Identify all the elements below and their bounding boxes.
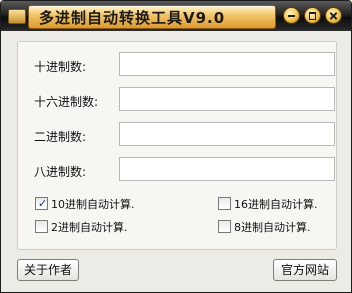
input-panel: 十进制数: 十六进制数: 二进制数: 八进制数: ✓ 10进制自动计算. 16进… [17,41,337,250]
octal-input[interactable] [119,157,335,181]
auto-dec-checkbox[interactable]: ✓ [35,197,48,210]
hex-label: 十六进制数: [34,95,99,109]
octal-label: 八进制数: [34,165,87,179]
auto-bin-checkbox[interactable] [35,220,48,233]
checkmark-icon: ✓ [38,197,48,210]
auto-oct-checkbox[interactable] [218,220,231,233]
auto-hex-checkbox[interactable] [218,197,231,210]
app-window: 多进制自动转换工具V9.0 十进制数: 十六进制数: 二进制数: 八进制数: ✓ [0,0,352,293]
window-title: 多进制自动转换工具V9.0 [39,9,226,27]
decimal-label: 十进制数: [34,60,87,74]
title-bar[interactable]: 多进制自动转换工具V9.0 [1,1,351,31]
about-author-button[interactable]: 关于作者 [17,259,79,281]
auto-dec-label[interactable]: 10进制自动计算. [51,196,135,212]
close-button[interactable] [325,7,342,24]
decimal-input[interactable] [119,52,335,76]
auto-oct-label[interactable]: 8进制自动计算. [234,219,311,235]
minimize-icon [288,15,295,17]
binary-label: 二进制数: [34,130,87,144]
app-icon [8,9,26,24]
minimize-button[interactable] [283,7,300,24]
auto-bin-label[interactable]: 2进制自动计算. [51,219,128,235]
official-website-button[interactable]: 官方网站 [273,259,337,281]
hex-input[interactable] [119,87,335,111]
client-area: 十进制数: 十六进制数: 二进制数: 八进制数: ✓ 10进制自动计算. 16进… [3,32,349,290]
binary-input[interactable] [119,122,335,146]
maximize-button[interactable] [304,7,321,24]
auto-hex-label[interactable]: 16进制自动计算. [234,196,318,212]
maximize-icon [309,12,316,20]
